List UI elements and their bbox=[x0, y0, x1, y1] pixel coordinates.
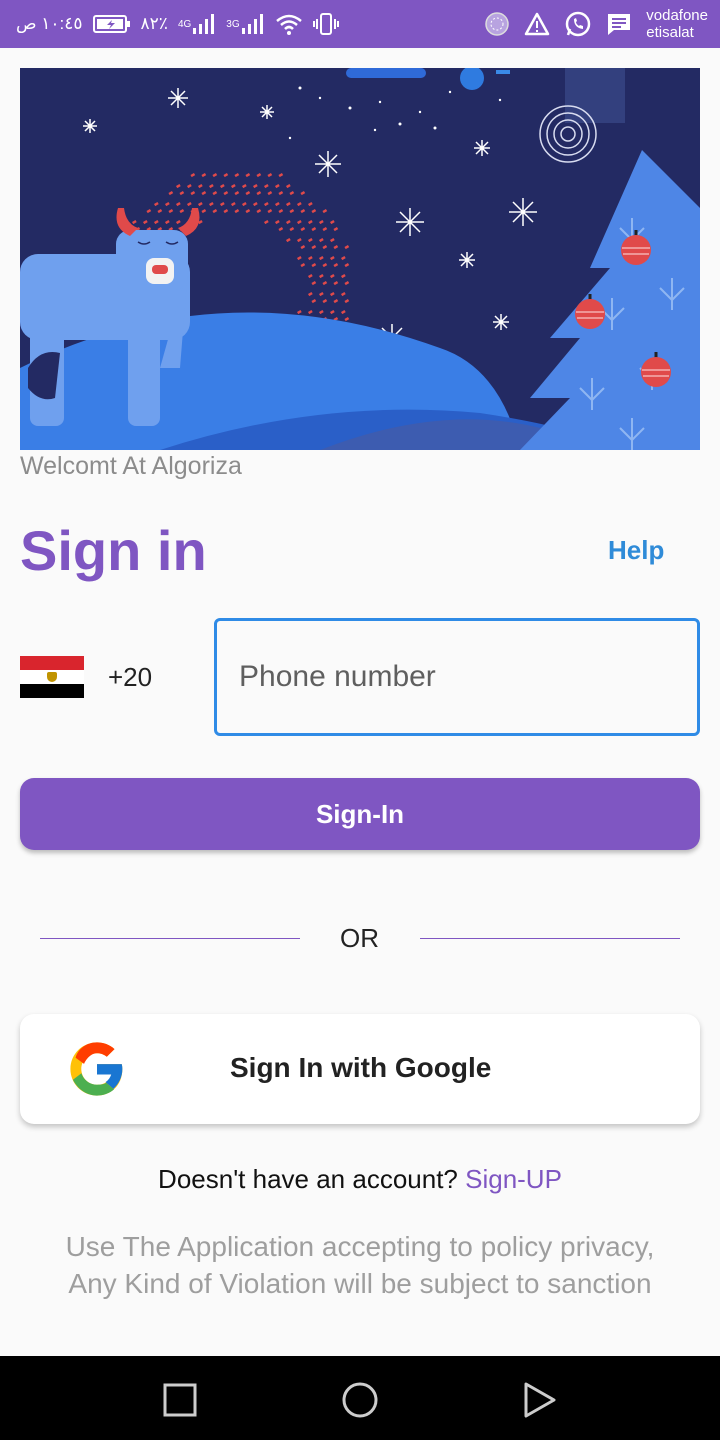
status-left: ١٠:٤٥ ص ٨٢٪ 4G 3G bbox=[16, 13, 339, 35]
app-notification-icon bbox=[484, 11, 510, 37]
flag-stripe-black bbox=[20, 684, 84, 698]
whatsapp-icon bbox=[564, 10, 592, 38]
or-label: OR bbox=[340, 923, 379, 953]
egypt-flag-icon[interactable] bbox=[20, 656, 84, 698]
signal-4g-icon: 4G bbox=[178, 14, 216, 34]
flag-stripe-red bbox=[20, 656, 84, 670]
sign-in-button[interactable]: Sign-In bbox=[20, 778, 700, 850]
google-button-label: Sign In with Google bbox=[230, 1052, 492, 1083]
wifi-icon bbox=[275, 13, 303, 35]
signal-4g-label: 4G bbox=[177, 18, 192, 30]
signup-row: Doesn't have an account? Sign-UP bbox=[0, 1164, 720, 1195]
divider-left bbox=[40, 938, 300, 939]
vibrate-icon bbox=[312, 13, 339, 35]
welcome-text: Welcomt At Algoriza bbox=[20, 452, 242, 480]
battery-icon bbox=[92, 14, 131, 34]
google-sign-in-button[interactable]: Sign In with Google bbox=[20, 1014, 700, 1124]
winter-ox-banner bbox=[20, 68, 700, 450]
carrier-names: vodafone etisalat bbox=[646, 7, 708, 41]
home-icon[interactable] bbox=[340, 1380, 380, 1420]
divider-right bbox=[420, 938, 680, 939]
policy-line-1: Use The Application accepting to policy … bbox=[65, 1231, 655, 1262]
flag-eagle bbox=[47, 672, 57, 682]
battery-percent: ٨٢٪ bbox=[140, 14, 168, 33]
country-dial-code[interactable]: +20 bbox=[108, 662, 152, 693]
message-icon bbox=[606, 11, 632, 37]
signal-3g-label: 3G bbox=[226, 18, 240, 30]
status-bar: ١٠:٤٥ ص ٨٢٪ 4G 3G vodafone etisalat bbox=[0, 0, 720, 48]
flag-stripe-white bbox=[20, 670, 84, 684]
signup-prompt: Doesn't have an account? bbox=[158, 1164, 466, 1194]
page-title: Sign in bbox=[20, 519, 207, 582]
clock: ١٠:٤٥ ص bbox=[16, 14, 83, 33]
back-icon[interactable] bbox=[520, 1380, 560, 1420]
help-link[interactable]: Help bbox=[608, 535, 664, 566]
carrier-2: etisalat bbox=[646, 24, 694, 41]
policy-line-2: Any Kind of Violation will be subject to… bbox=[68, 1268, 652, 1299]
policy-text: Use The Application accepting to policy … bbox=[0, 1228, 720, 1302]
recent-apps-icon[interactable] bbox=[160, 1380, 200, 1420]
carrier-1: vodafone bbox=[646, 7, 708, 24]
google-logo-icon bbox=[68, 1040, 126, 1103]
warning-icon bbox=[524, 12, 550, 36]
signup-link[interactable]: Sign-UP bbox=[465, 1164, 562, 1194]
status-right: vodafone etisalat bbox=[484, 7, 708, 41]
navigation-bar bbox=[0, 1356, 720, 1440]
phone-number-input[interactable] bbox=[214, 618, 700, 736]
signal-3g-icon: 3G bbox=[226, 14, 264, 34]
